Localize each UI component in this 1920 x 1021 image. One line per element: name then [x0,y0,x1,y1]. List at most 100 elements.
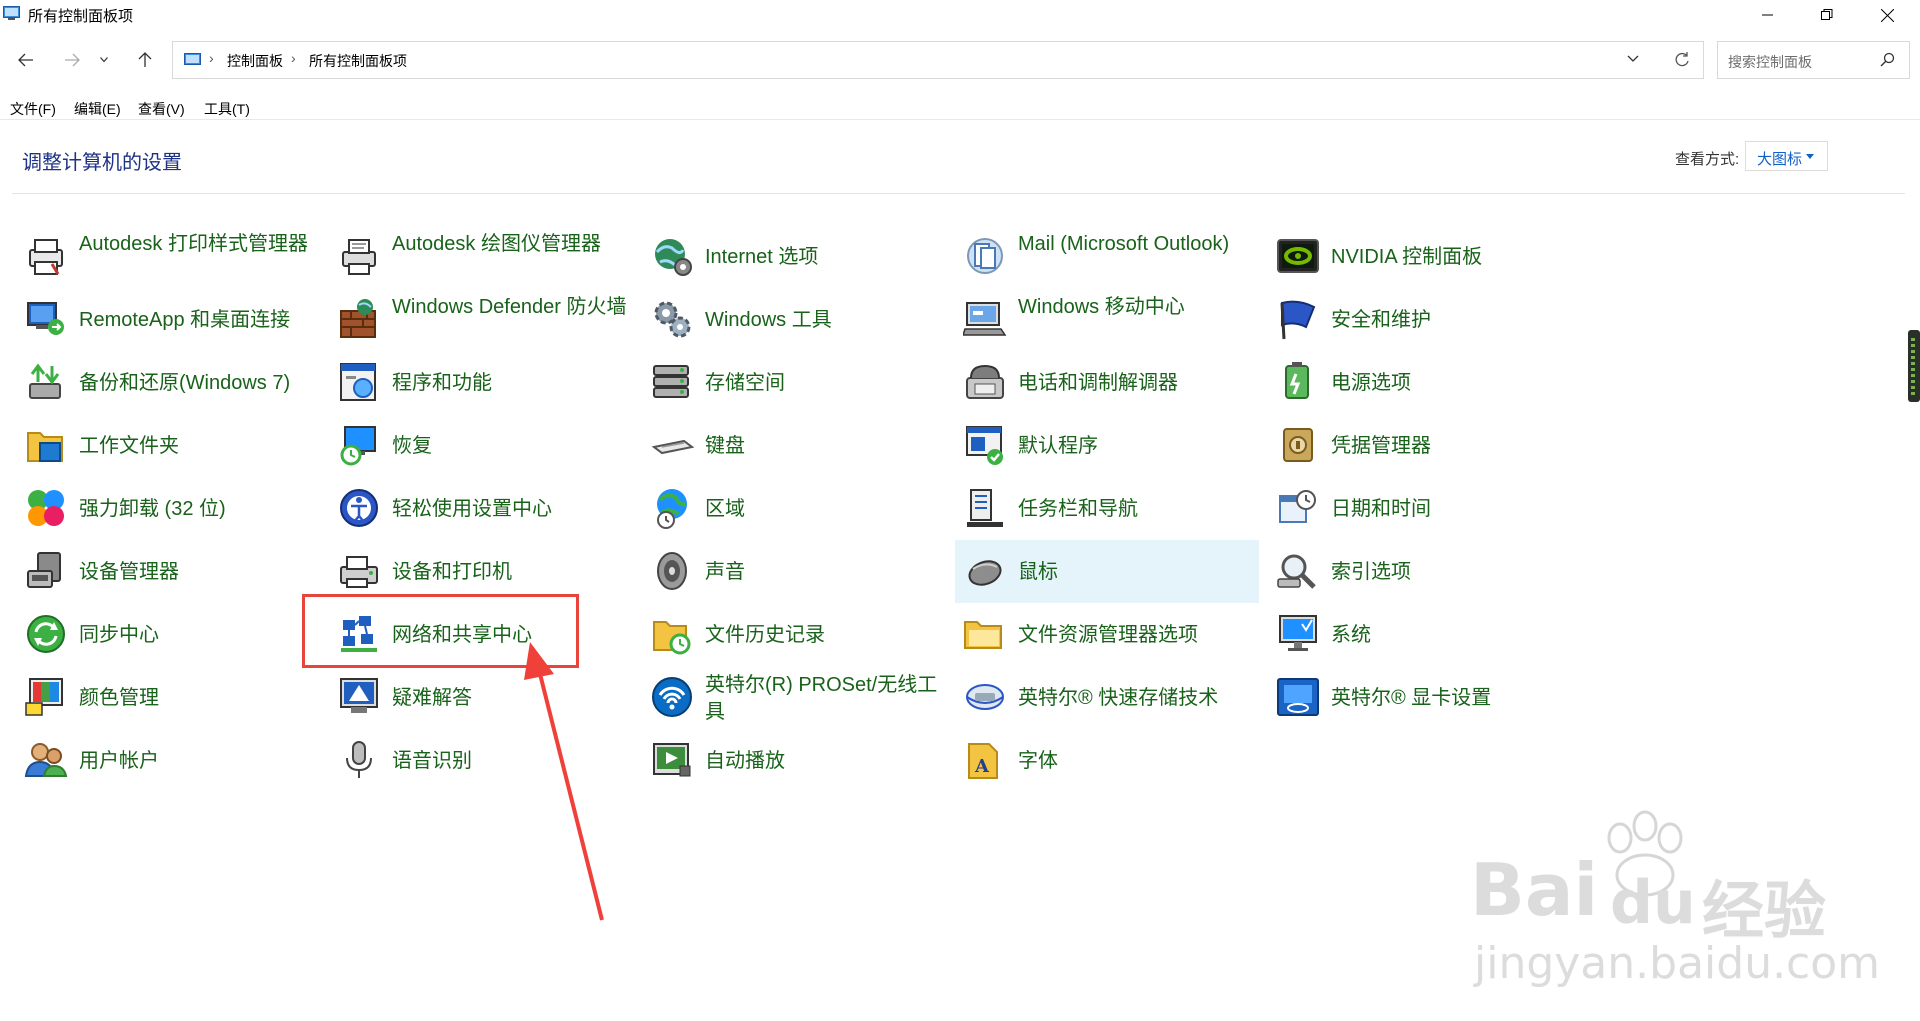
cp-item[interactable]: 电源选项 [1276,360,1576,416]
watermark-site: jingyan.baidu.com [1474,938,1881,989]
cp-item[interactable]: 英特尔® 快速存储技术 [963,675,1263,731]
cp-item-label: Autodesk 绘图仪管理器 [392,233,601,255]
breadcrumb-all-items[interactable]: 所有控制面板项 [309,51,407,71]
security-flag-icon [1280,300,1316,340]
cp-item[interactable]: 任务栏和导航 [963,486,1263,542]
cp-item[interactable]: 工作文件夹 [24,423,324,479]
watermark-brand-du: du [1610,868,1696,938]
cp-item-label: 字体 [1018,750,1058,772]
autoplay-icon [653,743,691,777]
address-bar[interactable]: › 控制面板 › 所有控制面板项 [172,41,1704,79]
cp-item[interactable]: 区域 [650,486,950,542]
search-icon[interactable] [1879,52,1895,68]
arrow-up-icon [138,52,152,67]
cp-item[interactable]: 强力卸载 (32 位) [24,486,324,542]
cp-item[interactable]: 索引选项 [1276,549,1576,605]
cp-item[interactable]: 轻松使用设置中心 [337,486,637,542]
cp-item-label: 文件资源管理器选项 [1018,624,1198,646]
cp-item-label: 恢复 [392,435,432,457]
file-history-icon [653,621,691,655]
cp-item-label: Autodesk 打印样式管理器 [79,233,308,255]
menu-edit[interactable]: 编辑(E) [74,99,121,119]
restore-button[interactable] [1804,0,1850,30]
cp-item-label: 英特尔® 快速存储技术 [1018,687,1219,709]
cp-item-label: 声音 [705,561,745,583]
view-by-label: 查看方式: [1675,151,1740,168]
cp-item[interactable]: 安全和维护 [1276,297,1576,353]
forward-button[interactable] [56,44,88,76]
region-globe-icon [657,489,687,529]
firewall-icon [340,299,376,338]
cp-item-label: 文件历史记录 [705,624,825,646]
system-monitor-icon [1279,615,1317,651]
cp-item[interactable]: Windows Defender 防火墙 [337,296,637,353]
cp-item[interactable]: Autodesk 绘图仪管理器 [337,233,637,290]
cp-item[interactable]: 同步中心 [24,612,324,668]
cp-item[interactable]: 电话和调制解调器 [963,360,1263,416]
cp-item[interactable]: 设备管理器 [24,549,324,605]
credential-vault-icon [1283,428,1313,462]
back-button[interactable] [10,44,42,76]
cp-item-label: 系统 [1331,624,1371,646]
cp-item[interactable]: Mail (Microsoft Outlook) [963,233,1263,290]
title-bar: 所有控制面板项 [0,0,1920,30]
phone-modem-icon [966,364,1004,399]
minimize-button[interactable] [1745,0,1791,30]
cp-item[interactable]: 英特尔® 显卡设置 [1276,675,1576,731]
cp-item[interactable]: Windows 移动中心 [963,296,1263,353]
cp-item[interactable]: 自动播放 [650,738,950,794]
control-panel-icon [3,6,20,20]
menu-view[interactable]: 查看(V) [138,99,185,119]
cp-item[interactable]: 日期和时间 [1276,486,1576,542]
refresh-icon[interactable] [1673,51,1691,69]
cp-item-label: 同步中心 [79,624,159,646]
taskbar-icon [967,489,1003,527]
menu-tools[interactable]: 工具(T) [204,99,250,119]
cp-item[interactable]: 用户帐户 [24,738,324,794]
cp-item-label: 日期和时间 [1331,498,1431,520]
chevron-down-icon[interactable] [1626,52,1640,66]
cp-item[interactable]: 系统 [1276,612,1576,668]
mail-icon [967,238,1003,274]
cp-item[interactable]: 鼠标 [955,540,1259,603]
cp-item[interactable]: Internet 选项 [650,234,950,290]
cp-item[interactable]: 默认程序 [963,423,1263,479]
chevron-down-icon [100,57,108,63]
cp-item[interactable]: Autodesk 打印样式管理器 [24,233,324,290]
cp-item[interactable]: 备份和还原(Windows 7) [24,360,324,416]
cp-item[interactable]: 声音 [650,549,950,605]
cp-item[interactable]: NVIDIA 控制面板 [1276,234,1576,290]
watermark-brand: Bai [1470,848,1599,932]
cp-item[interactable]: Windows 工具 [650,297,950,353]
scrollbar-grip [1911,338,1915,396]
cp-item[interactable]: 文件历史记录 [650,612,950,668]
cp-item[interactable]: 键盘 [650,423,950,479]
default-programs-icon [966,426,1003,465]
up-button[interactable] [129,44,161,76]
menu-file[interactable]: 文件(F) [10,99,56,119]
cp-item-label: RemoteApp 和桌面连接 [79,309,291,331]
troubleshoot-icon [340,678,378,713]
recent-locations-button[interactable] [94,44,114,76]
arrow-left-icon [18,53,33,67]
uninstaller-icon [28,490,64,526]
divider [0,119,1920,120]
cp-item[interactable]: 文件资源管理器选项 [963,612,1263,668]
breadcrumb-control-panel[interactable]: 控制面板 [227,51,283,71]
cp-item[interactable]: 颜色管理 [24,675,324,731]
cp-item[interactable]: 程序和功能 [337,360,637,416]
cp-item-label: Mail (Microsoft Outlook) [1018,233,1230,255]
view-by-value: 大图标 [1757,151,1803,168]
cp-item[interactable]: RemoteApp 和桌面连接 [24,297,324,353]
cp-item[interactable]: 凭据管理器 [1276,423,1576,479]
search-input[interactable]: 搜索控制面板 [1717,41,1910,79]
cp-item[interactable]: 英特尔(R) PROSet/无线工具 [650,674,950,731]
cp-item-label: 默认程序 [1018,435,1098,457]
cp-item[interactable]: A 字体 [963,738,1263,794]
close-button[interactable] [1864,0,1910,30]
view-by-dropdown[interactable]: 大图标 [1745,141,1828,171]
cp-item[interactable]: 恢复 [337,423,637,479]
cp-item[interactable]: 存储空间 [650,360,950,416]
cp-item-label: 备份和还原(Windows 7) [79,372,291,394]
cp-item-label: Internet 选项 [705,246,819,268]
